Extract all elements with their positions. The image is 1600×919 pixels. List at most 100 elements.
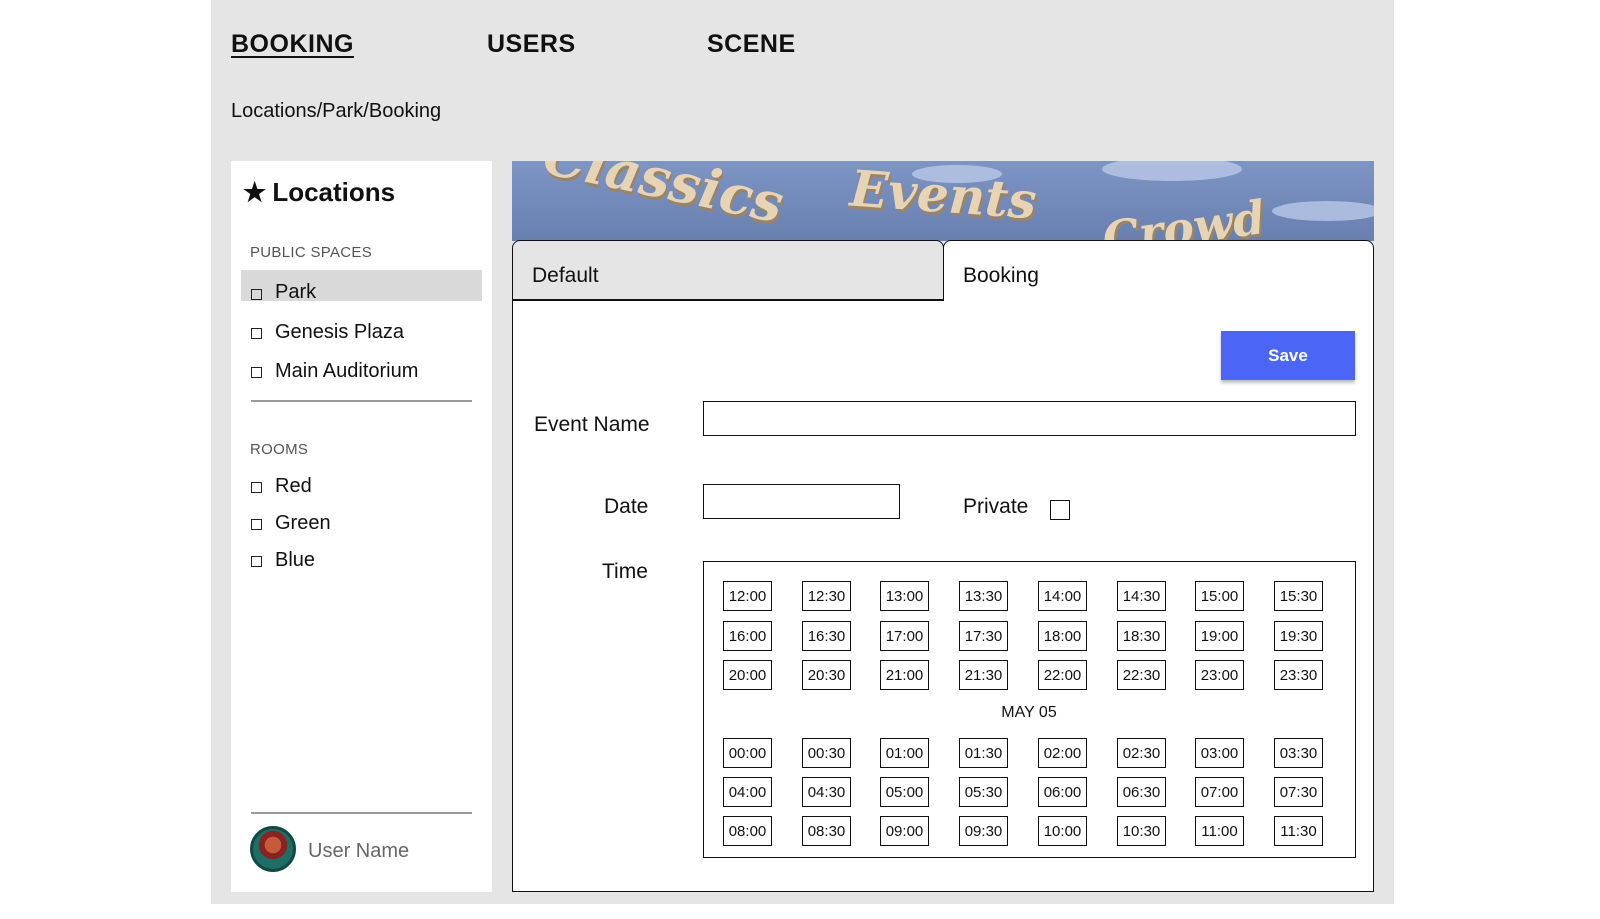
time-slot-1000[interactable]: 10:00 [1038, 816, 1087, 846]
sidebar-title: ★ Locations [243, 177, 395, 208]
tab-label: Booking [963, 264, 1039, 287]
time-slot-1730[interactable]: 17:30 [959, 621, 1008, 651]
time-slot-2230[interactable]: 22:30 [1117, 660, 1166, 690]
time-slot-2330[interactable]: 23:30 [1274, 660, 1323, 690]
nav-users[interactable]: USERS [487, 30, 576, 59]
sidebar-item-genesis-plaza[interactable]: Genesis Plaza [241, 309, 482, 343]
time-slot-0700[interactable]: 07:00 [1195, 777, 1244, 807]
time-slot-0800[interactable]: 08:00 [723, 816, 772, 846]
date-input[interactable] [703, 484, 900, 519]
square-icon [251, 289, 262, 300]
time-slot-1530[interactable]: 15:30 [1274, 581, 1323, 611]
time-slot-0630[interactable]: 06:30 [1117, 777, 1166, 807]
time-slot-0930[interactable]: 09:30 [959, 816, 1008, 846]
sidebar-item-park[interactable]: Park [241, 270, 482, 303]
time-slot-1230[interactable]: 12:30 [802, 581, 851, 611]
save-button[interactable]: Save [1221, 331, 1355, 380]
square-icon [251, 519, 262, 530]
banner-word-crowd: Crowd [1099, 189, 1269, 241]
booking-app: BOOKING USERS SCENE Locations/Park/Booki… [211, 0, 1394, 904]
time-slot-0530[interactable]: 05:30 [959, 777, 1008, 807]
time-slot-1300[interactable]: 13:00 [880, 581, 929, 611]
time-slot-0600[interactable]: 06:00 [1038, 777, 1087, 807]
time-slot-0500[interactable]: 05:00 [880, 777, 929, 807]
location-banner-image: Classics Events Crowd [512, 161, 1374, 241]
tab-label: Default [532, 264, 599, 287]
nav-booking[interactable]: BOOKING [231, 30, 354, 59]
time-slot-0200[interactable]: 02:00 [1038, 738, 1087, 768]
time-slot-0030[interactable]: 00:30 [802, 738, 851, 768]
time-slot-0430[interactable]: 04:30 [802, 777, 851, 807]
sidebar-item-label: Main Auditorium [275, 360, 419, 382]
time-slot-1330[interactable]: 13:30 [959, 581, 1008, 611]
banner-word-events: Events [848, 161, 1039, 231]
sidebar-item-label: Blue [275, 549, 316, 571]
user-profile[interactable]: User Name [250, 826, 480, 878]
date-label: Date [604, 495, 649, 518]
time-slot-0230[interactable]: 02:30 [1117, 738, 1166, 768]
cloud-shape [1102, 161, 1242, 181]
sidebar-divider [251, 812, 472, 814]
star-icon: ★ [243, 177, 267, 207]
private-checkbox[interactable] [1050, 500, 1070, 520]
section-public-spaces: PUBLIC SPACES [250, 244, 372, 261]
time-label: Time [602, 560, 648, 583]
sidebar-item-green[interactable]: Green [241, 500, 482, 534]
time-slot-0330[interactable]: 03:30 [1274, 738, 1323, 768]
time-slot-1500[interactable]: 15:00 [1195, 581, 1244, 611]
sidebar-title-label: Locations [272, 177, 396, 207]
time-slot-0000[interactable]: 00:00 [723, 738, 772, 768]
event-name-label: Event Name [534, 413, 650, 436]
time-slot-0300[interactable]: 03:00 [1195, 738, 1244, 768]
nav-scene[interactable]: SCENE [707, 30, 796, 59]
time-slot-2030[interactable]: 20:30 [802, 660, 851, 690]
sidebar-item-label: Red [275, 475, 312, 497]
sidebar-item-label: Park [275, 281, 317, 303]
time-slot-1700[interactable]: 17:00 [880, 621, 929, 651]
cloud-shape [1272, 201, 1374, 221]
time-slot-grid: MAY 05 12:00 12:30 13:00 13:30 14:00 14:30 15:… [703, 561, 1356, 858]
time-slot-1100[interactable]: 11:00 [1195, 816, 1244, 846]
time-slot-1200[interactable]: 12:00 [723, 581, 772, 611]
time-slot-2300[interactable]: 23:00 [1195, 660, 1244, 690]
sidebar-item-label: Green [275, 512, 331, 534]
event-name-input[interactable] [703, 401, 1356, 436]
time-slot-0830[interactable]: 08:30 [802, 816, 851, 846]
time-slot-0400[interactable]: 04:00 [723, 777, 772, 807]
day-separator: MAY 05 [1001, 704, 1057, 721]
private-label: Private [963, 495, 1029, 518]
time-slot-2100[interactable]: 21:00 [880, 660, 929, 690]
time-slot-1930[interactable]: 19:30 [1274, 621, 1323, 651]
breadcrumb: Locations/Park/Booking [231, 100, 442, 122]
tab-divider [512, 300, 944, 301]
time-slot-1630[interactable]: 16:30 [802, 621, 851, 651]
tab-default[interactable]: Default [512, 240, 944, 300]
locations-sidebar: ★ Locations PUBLIC SPACES Park Genesis Pl… [231, 161, 492, 892]
time-slot-2200[interactable]: 22:00 [1038, 660, 1087, 690]
time-slot-1800[interactable]: 18:00 [1038, 621, 1087, 651]
time-slot-1430[interactable]: 14:30 [1117, 581, 1166, 611]
time-slot-1030[interactable]: 10:30 [1117, 816, 1166, 846]
time-slot-0900[interactable]: 09:00 [880, 816, 929, 846]
square-icon [251, 556, 262, 567]
sidebar-item-label: Genesis Plaza [275, 321, 404, 343]
time-slot-2130[interactable]: 21:30 [959, 660, 1008, 690]
section-rooms: ROOMS [250, 441, 309, 458]
tab-booking[interactable]: Booking [943, 240, 1374, 300]
sidebar-divider [251, 400, 472, 402]
time-slot-0730[interactable]: 07:30 [1274, 777, 1323, 807]
time-slot-1830[interactable]: 18:30 [1117, 621, 1166, 651]
square-icon [251, 328, 262, 339]
time-slot-2000[interactable]: 20:00 [723, 660, 772, 690]
time-slot-0130[interactable]: 01:30 [959, 738, 1008, 768]
sidebar-item-blue[interactable]: Blue [241, 537, 482, 571]
time-slot-1400[interactable]: 14:00 [1038, 581, 1087, 611]
time-slot-1130[interactable]: 11:30 [1274, 816, 1323, 846]
sidebar-item-main-auditorium[interactable]: Main Auditorium [241, 348, 482, 382]
time-slot-1600[interactable]: 16:00 [723, 621, 772, 651]
booking-panel: Classics Events Crowd Default Booking Sa… [512, 161, 1374, 892]
sidebar-item-red[interactable]: Red [241, 463, 482, 497]
banner-word-classics: Classics [538, 161, 790, 236]
time-slot-0100[interactable]: 01:00 [880, 738, 929, 768]
time-slot-1900[interactable]: 19:00 [1195, 621, 1244, 651]
